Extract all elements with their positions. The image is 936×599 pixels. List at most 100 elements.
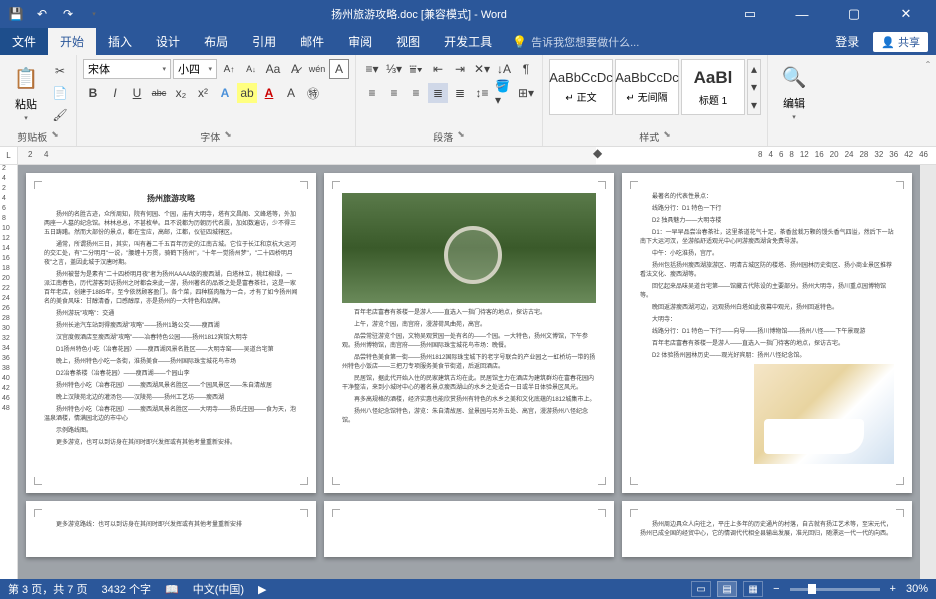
style-no-spacing[interactable]: AaBbCcDc↵ 无间隔	[615, 59, 679, 115]
text-effects-button[interactable]: A	[215, 83, 235, 103]
styles-more-button[interactable]: ▾	[748, 96, 760, 114]
char-border-button[interactable]: A	[329, 59, 349, 79]
login-link[interactable]: 登录	[835, 33, 859, 50]
copy-button[interactable]: 📄	[50, 83, 70, 103]
tab-selector[interactable]: L	[0, 147, 18, 164]
page-4[interactable]: 更多游览路线：也可以到访身在其间时即兴发挥或有其他考量重新安排	[26, 501, 316, 557]
vertical-scrollbar[interactable]	[920, 165, 936, 579]
group-editing: 🔍 编辑 ▾	[768, 55, 820, 146]
document-canvas[interactable]: 扬州旅游攻略 扬州的名胜古迹，众所周知，院有何园、个园，庙有大明寺，塔有文昌阁、…	[18, 165, 920, 579]
print-layout-button[interactable]: ▤	[717, 581, 737, 597]
web-layout-button[interactable]: ▦	[743, 581, 763, 597]
zoom-out-button[interactable]: −	[769, 583, 783, 595]
borders-button[interactable]: ⊞▾	[516, 83, 536, 103]
tab-layout[interactable]: 布局	[192, 28, 240, 55]
page-3[interactable]: 最著名的代表性景点：线路分行：D1 特色一下行D2 独具魅力——大明寺楼D1：一…	[622, 173, 912, 493]
horizontal-ruler[interactable]: L 2 4 ◆ 8468121620242832364246	[0, 147, 936, 165]
line-spacing-button[interactable]: ↕≡	[472, 83, 492, 103]
align-left-button[interactable]: ≡	[362, 83, 382, 103]
styles-up-button[interactable]: ▴	[748, 60, 760, 78]
multilevel-button[interactable]: ⩸▾	[406, 59, 426, 79]
enclose-char-button[interactable]: ㊕	[303, 83, 323, 103]
justify-button[interactable]: ≣	[428, 83, 448, 103]
qat-customize-icon[interactable]: ▾	[86, 6, 102, 22]
zoom-slider[interactable]	[790, 588, 880, 591]
paste-button[interactable]: 📋 粘贴 ▾	[6, 59, 46, 125]
grow-font-button[interactable]: A↑	[219, 59, 239, 79]
font-launcher[interactable]: ⬊	[224, 129, 232, 144]
tab-review[interactable]: 审阅	[336, 28, 384, 55]
read-mode-button[interactable]: ▭	[691, 581, 711, 597]
ribbon: 📋 粘贴 ▾ ✂ 📄 🖌 剪贴板⬊ 宋体▾ 小四▾ A↑ A↓ Aa A̷ wé…	[0, 55, 936, 147]
subscript-button[interactable]: x₂	[171, 83, 191, 103]
redo-icon[interactable]: ↷	[60, 6, 76, 22]
page-5[interactable]	[324, 501, 614, 557]
bold-button[interactable]: B	[83, 83, 103, 103]
styles-launcher[interactable]: ⬊	[663, 129, 671, 144]
vertical-ruler[interactable]: 2424681012141618202224262830323436384042…	[0, 165, 18, 579]
tab-references[interactable]: 引用	[240, 28, 288, 55]
show-marks-button[interactable]: ¶	[516, 59, 536, 79]
ribbon-display-icon[interactable]: ▭	[728, 0, 772, 28]
clipboard-launcher[interactable]: ⬊	[51, 129, 59, 144]
collapse-ribbon-button[interactable]: ˆ	[920, 55, 936, 146]
tab-design[interactable]: 设计	[144, 28, 192, 55]
tab-mailings[interactable]: 邮件	[288, 28, 336, 55]
underline-button[interactable]: U	[127, 83, 147, 103]
superscript-button[interactable]: x²	[193, 83, 213, 103]
shading-button[interactable]: 🪣▾	[494, 83, 514, 103]
page-count[interactable]: 第 3 页，共 7 页	[8, 581, 87, 597]
find-button[interactable]: 🔍 编辑 ▾	[774, 59, 814, 123]
styles-down-button[interactable]: ▾	[748, 78, 760, 96]
strike-button[interactable]: abc	[149, 83, 169, 103]
tab-developer[interactable]: 开发工具	[432, 28, 504, 55]
zoom-level[interactable]: 30%	[906, 583, 928, 595]
sort-button[interactable]: ↓A	[494, 59, 514, 79]
zoom-in-button[interactable]: +	[886, 583, 900, 595]
cut-button[interactable]: ✂	[50, 61, 70, 81]
save-icon[interactable]: 💾	[8, 6, 24, 22]
para-launcher[interactable]: ⬊	[457, 129, 465, 144]
tab-view[interactable]: 视图	[384, 28, 432, 55]
titlebar: 💾 ↶ ↷ ▾ 扬州旅游攻略.doc [兼容模式] - Word ▭ — ▢ ✕	[0, 0, 936, 28]
word-count[interactable]: 3432 个字	[101, 581, 151, 597]
clear-format-button[interactable]: A̷	[285, 59, 305, 79]
format-painter-button[interactable]: 🖌	[50, 105, 70, 125]
change-case-button[interactable]: Aa	[263, 59, 283, 79]
char-shading-button[interactable]: A	[281, 83, 301, 103]
font-size-dropdown[interactable]: 小四▾	[173, 59, 217, 79]
paste-label: 粘贴	[15, 96, 37, 112]
maximize-button[interactable]: ▢	[832, 0, 876, 28]
style-normal[interactable]: AaBbCcDc↵ 正文	[549, 59, 613, 115]
distribute-button[interactable]: ≣	[450, 83, 470, 103]
decrease-indent-button[interactable]: ⇤	[428, 59, 448, 79]
align-center-button[interactable]: ≡	[384, 83, 404, 103]
macro-icon[interactable]: ▶	[258, 583, 266, 596]
highlight-button[interactable]: ab	[237, 83, 257, 103]
style-heading1[interactable]: AaBl标题 1	[681, 59, 745, 115]
page-2[interactable]: 百年老店富春有茶楼一是游人——直选入一指门待客的地点，探访古宅。上午，游览个园，…	[324, 173, 614, 493]
shrink-font-button[interactable]: A↓	[241, 59, 261, 79]
share-button[interactable]: 👤 共享	[873, 32, 928, 52]
numbering-button[interactable]: ⅓▾	[384, 59, 404, 79]
tab-home[interactable]: 开始	[48, 28, 96, 55]
paste-icon: 📋	[10, 62, 42, 94]
font-name-dropdown[interactable]: 宋体▾	[83, 59, 171, 79]
font-color-button[interactable]: A	[259, 83, 279, 103]
page-1[interactable]: 扬州旅游攻略 扬州的名胜古迹，众所周知，院有何园、个园，庙有大明寺，塔有文昌阁、…	[26, 173, 316, 493]
close-button[interactable]: ✕	[884, 0, 928, 28]
phonetic-button[interactable]: wén	[307, 59, 327, 79]
align-right-button[interactable]: ≡	[406, 83, 426, 103]
tab-file[interactable]: 文件	[0, 28, 48, 55]
tab-insert[interactable]: 插入	[96, 28, 144, 55]
language[interactable]: 中文(中国)	[193, 581, 244, 597]
spell-check-icon[interactable]: 📖	[165, 583, 179, 596]
tell-me-input[interactable]: 告诉我您想要做什么...	[527, 34, 639, 50]
increase-indent-button[interactable]: ⇥	[450, 59, 470, 79]
bullets-button[interactable]: ≡▾	[362, 59, 382, 79]
italic-button[interactable]: I	[105, 83, 125, 103]
asian-layout-button[interactable]: ✕▾	[472, 59, 492, 79]
page-6[interactable]: 扬州周边具众人向往之，平庄上多年的历史通片的村落，自古就有扬江艺术等，至宋元代，…	[622, 501, 912, 557]
undo-icon[interactable]: ↶	[34, 6, 50, 22]
minimize-button[interactable]: —	[780, 0, 824, 28]
